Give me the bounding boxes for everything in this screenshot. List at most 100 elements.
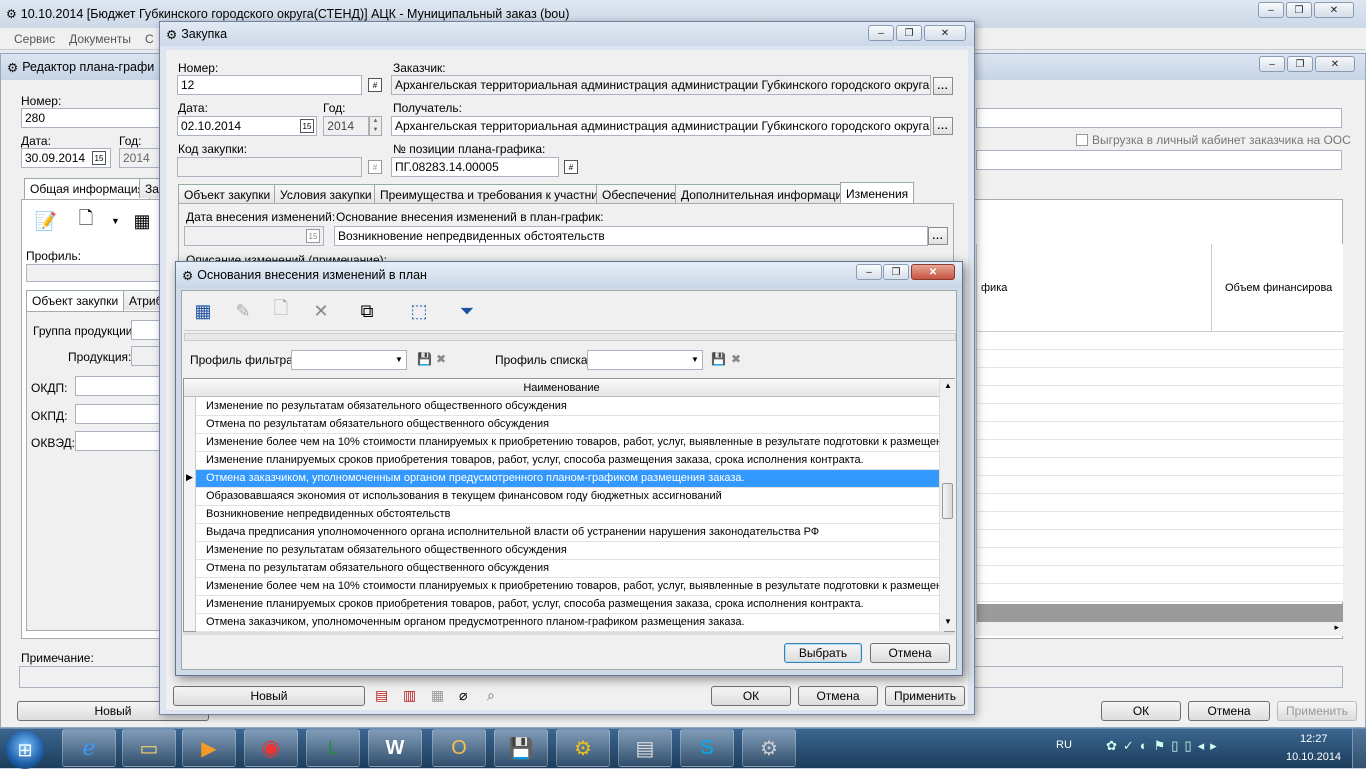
okdp-field[interactable]: [75, 376, 161, 396]
reasons-scrollbar[interactable]: ▲ ▼: [939, 379, 955, 631]
scroll-down-icon[interactable]: ▼: [944, 617, 952, 626]
dropdown-arrow-icon[interactable]: ▼: [111, 216, 120, 226]
reason-row[interactable]: Выдача предписания уполномоченного орган…: [196, 524, 944, 542]
filter-profile-delete-icon[interactable]: ✖: [436, 352, 446, 366]
media-player-icon[interactable]: ▶: [182, 729, 236, 767]
reason-row[interactable]: Изменение более чем на 10% стоимости пла…: [196, 578, 944, 596]
plan-pos-generate-icon[interactable]: #: [564, 160, 578, 174]
reason-row[interactable]: Отмена заказчиком, уполномоченным органо…: [196, 614, 944, 632]
zakupka-maximize-button[interactable]: ❐: [896, 25, 922, 41]
search-icon[interactable]: ⌕: [487, 687, 495, 704]
editor-grid-col-2[interactable]: Объем финансирова: [1225, 282, 1332, 294]
plan-pos-field[interactable]: ПГ.08283.14.00005: [391, 157, 559, 177]
zakupka-year-field[interactable]: 2014: [323, 116, 369, 136]
start-button[interactable]: ⊞: [6, 731, 44, 769]
dialog-maximize-button[interactable]: ❐: [883, 264, 909, 280]
reason-row[interactable]: Изменение планируемых сроков приобретени…: [196, 596, 944, 614]
editor-calendar-icon[interactable]: 15: [92, 151, 106, 165]
editor-tab-general[interactable]: Общая информация: [24, 178, 151, 200]
lync-icon[interactable]: L: [306, 729, 360, 767]
ie-icon[interactable]: ℯ: [62, 729, 116, 767]
editor-minimize-button[interactable]: –: [1259, 56, 1285, 72]
export-checkbox[interactable]: [1076, 134, 1088, 146]
menu-service[interactable]: Сервис: [14, 32, 55, 46]
acc-app-icon[interactable]: ⚙: [742, 729, 796, 767]
tray-icons[interactable]: ✿✓◐⚑▯▯◂▸: [1106, 738, 1223, 754]
zakupka-minimize-button[interactable]: –: [868, 25, 894, 41]
word-icon[interactable]: W: [368, 729, 422, 767]
customer-select-button[interactable]: ...: [933, 77, 953, 95]
reason-row[interactable]: Образовавшаяся экономия от использования…: [196, 488, 944, 506]
zakupka-apply-button[interactable]: Применить: [885, 686, 965, 706]
zakupka-close-button[interactable]: ✕: [924, 25, 966, 41]
reasons-grid-header[interactable]: Наименование: [184, 379, 939, 397]
change-reason-field[interactable]: Возникновение непредвиденных обстоятельс…: [334, 226, 928, 246]
new-document-icon[interactable]: 🗋: [71, 206, 101, 236]
network-app-icon[interactable]: ⚙: [556, 729, 610, 767]
number-generate-icon[interactable]: #: [368, 78, 382, 92]
document-edit-icon[interactable]: 📝: [31, 206, 61, 236]
list-profile-select[interactable]: [587, 350, 703, 370]
document-app-icon[interactable]: ▤: [618, 729, 672, 767]
clock-date[interactable]: 10.10.2014: [1286, 751, 1341, 763]
show-desktop-button[interactable]: [1352, 729, 1366, 768]
editor-ok-button[interactable]: ОК: [1101, 701, 1181, 721]
filter-profile-save-icon[interactable]: 💾: [417, 352, 432, 366]
reason-row[interactable]: Отмена заказчиком, уполномоченным органо…: [196, 470, 944, 488]
main-close-button[interactable]: ✕: [1314, 2, 1354, 18]
zakupka-calendar-icon[interactable]: 15: [300, 119, 314, 133]
change-reason-select-button[interactable]: ...: [928, 227, 948, 245]
editor-number-field[interactable]: 280: [21, 108, 161, 128]
select-button[interactable]: Выбрать: [784, 643, 862, 663]
product-field[interactable]: [131, 346, 161, 366]
editor-close-button[interactable]: ✕: [1315, 56, 1355, 72]
tab-object[interactable]: Объект закупки: [178, 184, 277, 204]
editor-subtab-object[interactable]: Объект закупки: [26, 290, 125, 312]
skype-icon[interactable]: S: [680, 729, 734, 767]
tab-additional[interactable]: Дополнительная информация: [675, 184, 855, 204]
editor-grid-col-1[interactable]: фика: [981, 282, 1007, 294]
tab-security[interactable]: Обеспечение: [596, 184, 683, 204]
zakupka-new-button[interactable]: Новый: [173, 686, 365, 706]
attach-icon[interactable]: ⌀: [459, 687, 467, 704]
okpd-field[interactable]: [75, 404, 161, 424]
list-profile-save-icon[interactable]: 💾: [711, 352, 726, 366]
reason-row[interactable]: Изменение более чем на 10% стоимости пла…: [196, 434, 944, 452]
dialog-cancel-button[interactable]: Отмена: [870, 643, 950, 663]
print-icon[interactable]: ▦: [431, 687, 444, 704]
tab-changes[interactable]: Изменения: [840, 182, 915, 204]
editor-field-right-2[interactable]: [976, 150, 1342, 170]
dialog-close-button[interactable]: ✕: [911, 264, 955, 280]
clock-time[interactable]: 12:27: [1300, 733, 1328, 745]
zakupka-ok-button[interactable]: ОК: [711, 686, 791, 706]
editor-number-field-right[interactable]: [976, 108, 1342, 128]
list-profile-chevron-down-icon[interactable]: ▼: [691, 355, 699, 364]
lang-indicator[interactable]: RU: [1056, 739, 1072, 751]
okved-field[interactable]: [75, 431, 161, 451]
filter-profile-chevron-down-icon[interactable]: ▼: [395, 355, 403, 364]
reason-row[interactable]: Отмена по результатам обязательного обще…: [196, 416, 944, 434]
reason-row[interactable]: Изменение планируемых сроков приобретени…: [196, 452, 944, 470]
filter-profile-select[interactable]: [291, 350, 407, 370]
editor-profile-field[interactable]: [26, 264, 166, 282]
tab-advantages[interactable]: Преимущества и требования к участнику: [374, 184, 616, 204]
zakupka-date-field[interactable]: 02.10.2014: [177, 116, 317, 136]
editor-grid-scrollbar[interactable]: ▸: [977, 622, 1343, 636]
reason-row[interactable]: Изменение по результатам обязательного о…: [196, 398, 944, 416]
outlook-icon[interactable]: O: [432, 729, 486, 767]
list-profile-delete-icon[interactable]: ✖: [731, 352, 741, 366]
recipient-select-button[interactable]: ...: [933, 117, 953, 135]
editor-cancel-button[interactable]: Отмена: [1188, 701, 1270, 721]
zakupka-cancel-button[interactable]: Отмена: [798, 686, 878, 706]
filter-icon[interactable]: ⏷: [452, 296, 482, 326]
reason-row[interactable]: Возникновение непредвиденных обстоятельс…: [196, 506, 944, 524]
export-red-icon[interactable]: ▤: [375, 687, 388, 704]
reason-row[interactable]: Отмена по результатам обязательного обще…: [196, 560, 944, 578]
editor-maximize-button[interactable]: ❐: [1287, 56, 1313, 72]
group-field[interactable]: [131, 320, 161, 340]
refresh-table-icon[interactable]: ▦: [188, 296, 218, 326]
recipient-field[interactable]: Архангельская территориальная администра…: [391, 116, 931, 136]
main-maximize-button[interactable]: ❐: [1286, 2, 1312, 18]
table-refresh-icon[interactable]: ▦: [127, 206, 157, 236]
zakupka-number-field[interactable]: 12: [177, 75, 362, 95]
